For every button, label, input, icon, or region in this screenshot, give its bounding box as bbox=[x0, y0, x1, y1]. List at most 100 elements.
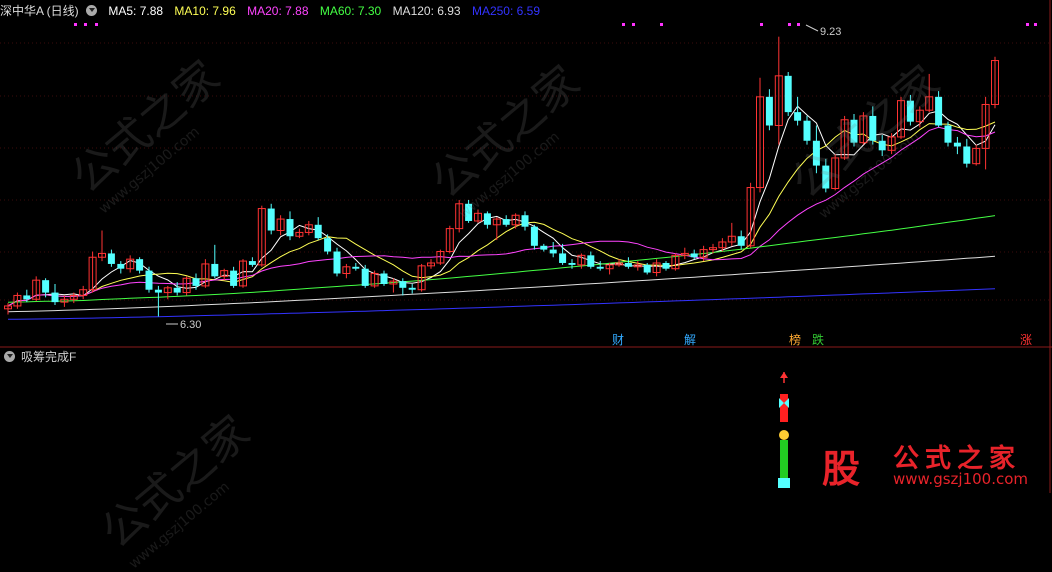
candle-body bbox=[869, 115, 877, 141]
candlestick-chart[interactable]: 9.23 6.30 财 解 榜跌 涨 bbox=[0, 0, 1052, 493]
candle-body bbox=[314, 224, 322, 239]
candle bbox=[925, 73, 934, 113]
marker-dot bbox=[1026, 23, 1029, 26]
event-tag: 榜 bbox=[789, 332, 801, 347]
candle-body bbox=[953, 142, 961, 147]
indicator-bars bbox=[778, 372, 790, 488]
candle bbox=[981, 96, 990, 170]
ma-line-ma10 bbox=[7, 121, 996, 307]
candle bbox=[136, 257, 144, 274]
legend-ma5: MA5: 7.88 bbox=[108, 4, 164, 18]
candle-body bbox=[587, 255, 595, 267]
candle bbox=[333, 247, 341, 277]
stock-title[interactable]: 深中华A (日线) bbox=[0, 4, 79, 18]
marker-dot bbox=[760, 23, 763, 26]
marker-dot bbox=[622, 23, 625, 26]
candle-body bbox=[963, 146, 971, 164]
candle bbox=[822, 158, 830, 193]
candle bbox=[220, 268, 229, 281]
candle bbox=[765, 89, 773, 131]
candle bbox=[530, 224, 538, 250]
legend-ma60: MA60: 7.30 bbox=[319, 4, 382, 18]
legend-ma250: MA250: 6.59 bbox=[471, 4, 540, 18]
candle-body bbox=[690, 253, 698, 258]
candle bbox=[906, 94, 914, 126]
high-price-label: 9.23 bbox=[820, 26, 841, 38]
candle-body bbox=[559, 253, 567, 263]
candle bbox=[427, 259, 435, 269]
candle bbox=[680, 247, 689, 260]
candle bbox=[897, 96, 905, 139]
event-tag: 财 bbox=[612, 333, 624, 347]
price-annotations: 9.23 6.30 bbox=[166, 24, 841, 331]
marker-dot bbox=[1034, 23, 1037, 26]
candle-body bbox=[136, 259, 144, 271]
marker-dot bbox=[95, 23, 98, 26]
ma-line-ma5 bbox=[7, 105, 996, 307]
candle bbox=[465, 199, 473, 223]
indicator-panel-title: 吸筹完成F bbox=[0, 349, 76, 365]
candle-body bbox=[352, 266, 360, 269]
high-pointer bbox=[805, 24, 819, 32]
candle bbox=[662, 261, 670, 271]
candle-body bbox=[784, 75, 792, 113]
candle bbox=[267, 203, 275, 235]
event-tag: 跌 bbox=[812, 332, 824, 347]
candle bbox=[935, 91, 943, 128]
candle-body bbox=[803, 120, 811, 141]
marker-dot bbox=[74, 23, 77, 26]
candle bbox=[380, 270, 388, 286]
candle bbox=[154, 285, 162, 317]
indicator-name[interactable]: 吸筹完成F bbox=[21, 350, 76, 364]
candle bbox=[915, 106, 924, 128]
candle-body bbox=[850, 119, 858, 143]
candle bbox=[276, 215, 285, 236]
candle bbox=[869, 106, 877, 145]
indicator-toggle-icon[interactable] bbox=[4, 351, 15, 363]
candle bbox=[389, 278, 398, 293]
settings-toggle-icon[interactable] bbox=[86, 5, 98, 17]
candle-body bbox=[502, 219, 510, 225]
candle bbox=[521, 211, 529, 231]
chart-legend: 深中华A (日线) MA5: 7.88 MA10: 7.96 MA20: 7.8… bbox=[0, 0, 548, 22]
candle bbox=[126, 255, 135, 273]
coin-icon bbox=[779, 430, 789, 440]
logo-url: www.gszj100.com bbox=[893, 470, 1029, 488]
candle-body bbox=[794, 112, 802, 121]
candle bbox=[399, 278, 407, 296]
candle-body bbox=[117, 263, 125, 269]
ma-line-ma250 bbox=[7, 288, 996, 320]
candle bbox=[727, 222, 736, 246]
candle bbox=[859, 112, 868, 145]
candle-body bbox=[173, 287, 181, 293]
candle bbox=[361, 264, 369, 288]
candle bbox=[211, 244, 219, 279]
candle-body bbox=[465, 203, 473, 221]
candle bbox=[117, 261, 125, 274]
candle bbox=[652, 259, 661, 277]
event-tag: 解 bbox=[684, 333, 696, 347]
candle bbox=[587, 251, 595, 269]
candle-body bbox=[248, 261, 256, 265]
indicator-bar-green bbox=[780, 440, 788, 480]
candle-body bbox=[333, 251, 341, 274]
candle bbox=[230, 266, 238, 288]
marker-dots bbox=[74, 23, 1037, 26]
candle bbox=[474, 209, 482, 223]
candle bbox=[831, 154, 840, 191]
candle bbox=[408, 283, 416, 294]
candle bbox=[239, 259, 247, 288]
candle-body bbox=[380, 273, 388, 284]
candle bbox=[286, 211, 294, 241]
candle bbox=[342, 263, 351, 279]
candle bbox=[840, 115, 849, 160]
candle bbox=[624, 257, 632, 269]
candle-body bbox=[765, 96, 773, 126]
candle-body bbox=[822, 165, 830, 189]
indicator-arrow-head bbox=[780, 372, 788, 378]
candle bbox=[248, 257, 256, 267]
marker-dot bbox=[797, 23, 800, 26]
legend-ma120: MA120: 6.93 bbox=[392, 4, 461, 18]
candle-body bbox=[23, 295, 31, 300]
candle-body bbox=[408, 287, 416, 290]
